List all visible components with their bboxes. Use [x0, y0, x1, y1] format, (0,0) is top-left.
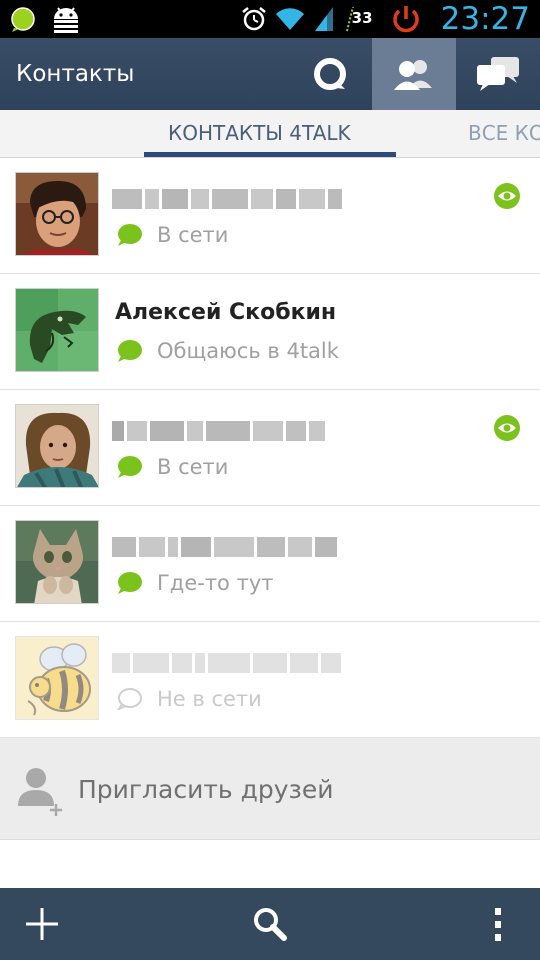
add-button[interactable] [0, 888, 84, 960]
tab-all-contacts[interactable]: ВСЕ КО [468, 110, 540, 156]
online-status-icon [118, 572, 142, 594]
contact-row[interactable]: Не в сети [0, 622, 540, 738]
contact-row[interactable]: Где-то тут [0, 506, 540, 622]
page-title: Контакты [16, 61, 135, 87]
contact-status: Не в сети [157, 687, 262, 711]
online-status-icon [118, 456, 142, 478]
blurred-name [112, 418, 325, 444]
invite-friends-label: Пригласить друзей [78, 775, 334, 804]
overflow-menu-icon [495, 908, 501, 941]
search-icon [254, 908, 287, 941]
status-bar: 33 23:27 [0, 0, 540, 38]
status-icon [314, 58, 346, 90]
battery-icon: 33 [343, 4, 373, 34]
contact-status: Общаюсь в 4talk [157, 339, 339, 363]
chats-icon [477, 57, 519, 91]
contacts-button[interactable] [372, 38, 456, 110]
overflow-menu-button[interactable] [456, 888, 540, 960]
blurred-name [112, 650, 341, 676]
wifi-icon [275, 8, 304, 30]
alarm-icon [241, 7, 266, 31]
contact-row[interactable]: В сети [0, 390, 540, 506]
eye-icon [494, 415, 520, 441]
contact-status: В сети [157, 223, 229, 247]
contact-name: Алексей Скобкин [115, 300, 337, 325]
avatar [15, 520, 99, 604]
avatar [15, 636, 99, 720]
invite-friends-button[interactable]: Пригласить друзей [0, 738, 540, 840]
bottom-bar [0, 888, 540, 960]
signal-icon [314, 7, 333, 31]
blurred-name [112, 534, 337, 560]
contact-status: Где-то тут [157, 571, 274, 595]
online-status-icon [118, 224, 142, 246]
avatar [15, 404, 99, 488]
power-icon [392, 6, 419, 33]
avatar [15, 172, 99, 256]
contact-row[interactable]: Алексей Скобкин Общаюсь в 4talk [0, 274, 540, 390]
online-status-icon [118, 340, 142, 362]
clock: 23:27 [440, 1, 530, 37]
chat-notification-icon [11, 7, 35, 32]
status-button[interactable] [288, 38, 372, 110]
tab-indicator [144, 152, 396, 157]
contacts-icon [394, 60, 432, 90]
action-bar: Контакты [0, 38, 540, 110]
tab-bar: КОНТАКТЫ 4TALK ВСЕ КО [0, 110, 540, 158]
eye-icon [494, 183, 520, 209]
contact-list: В сети Алексей Скобкин Общаюсь в 4talk В… [0, 158, 540, 738]
offline-status-icon [117, 688, 142, 710]
add-icon [26, 908, 58, 940]
contact-status: В сети [157, 455, 229, 479]
add-person-icon [18, 768, 62, 816]
blurred-name [112, 186, 342, 212]
search-button[interactable] [228, 888, 312, 960]
chats-button[interactable] [456, 38, 540, 110]
avatar [15, 288, 99, 372]
battery-level: 33 [351, 9, 373, 27]
android-icon [54, 7, 78, 33]
tab-contacts-4talk[interactable]: КОНТАКТЫ 4TALK [168, 110, 351, 156]
contact-row[interactable]: В сети [0, 158, 540, 274]
